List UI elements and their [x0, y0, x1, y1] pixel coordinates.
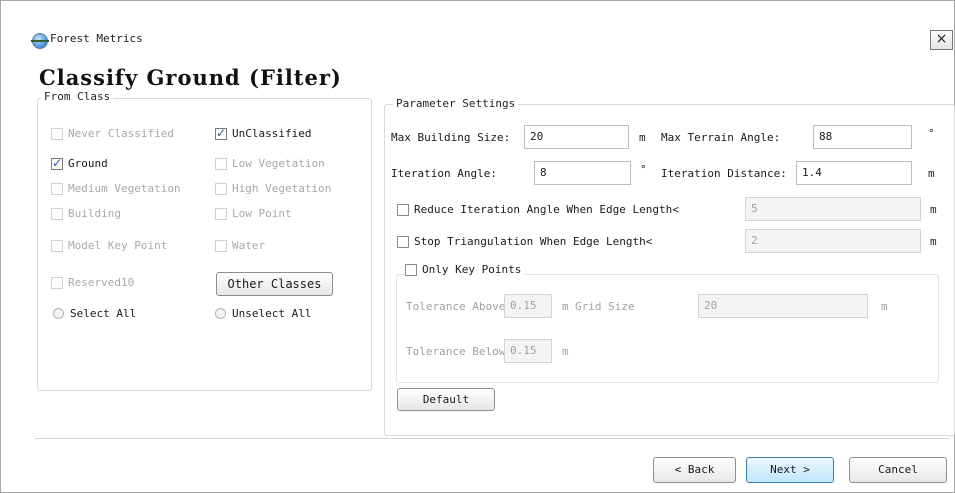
max-terrain-angle-label: Max Terrain Angle: [661, 131, 781, 144]
close-button[interactable]: × [930, 30, 953, 50]
title-bar: Forest Metrics × [1, 1, 954, 61]
class-label: Never Classified [68, 127, 174, 140]
checkbox-box [51, 182, 63, 195]
stop-triangulation-checkbox[interactable]: Stop Triangulation When Edge Length< [397, 235, 652, 248]
class-label: Low Vegetation [232, 157, 325, 170]
class-checkbox-low-vegetation[interactable]: Low Vegetation [215, 157, 325, 170]
back-button[interactable]: < Back [653, 457, 736, 483]
other-classes-button[interactable]: Other Classes [216, 272, 333, 296]
checkbox-box [215, 126, 227, 140]
checkbox-box [51, 156, 63, 170]
unselect-all-label: Unselect All [232, 307, 312, 320]
tolerance-above-label: Tolerance Above [406, 300, 506, 313]
checkbox-box [51, 207, 63, 220]
select-all-radio[interactable]: Select All [53, 307, 136, 320]
class-checkbox-reserved10[interactable]: Reserved10 [51, 276, 134, 289]
tolerance-below-input[interactable]: 0.15 [504, 339, 552, 363]
class-checkbox-water[interactable]: Water [215, 239, 265, 252]
next-button[interactable]: Next > [746, 457, 834, 483]
cancel-button[interactable]: Cancel [849, 457, 947, 483]
class-checkbox-ground[interactable]: Ground [51, 156, 108, 170]
select-all-label: Select All [70, 307, 137, 320]
page-title: Classify Ground (Filter) [39, 65, 342, 90]
grid-size-input[interactable]: 20 [698, 294, 868, 318]
class-label: Ground [68, 157, 108, 170]
stop-triangulation-label: Stop Triangulation When Edge Length< [414, 235, 653, 248]
class-label: Low Point [232, 207, 292, 220]
grid-size-label: Grid Size [575, 300, 635, 313]
checkbox-box [215, 207, 227, 220]
class-label: UnClassified [232, 127, 312, 140]
checkbox-box [397, 203, 409, 216]
reduce-iteration-unit: m [930, 203, 937, 216]
iteration-distance-input[interactable]: 1.4 [796, 161, 912, 185]
app-title: Forest Metrics [50, 32, 143, 45]
max-building-size-input[interactable]: 20 [524, 125, 629, 149]
footer-divider [35, 438, 949, 439]
only-key-points-checkbox[interactable]: Only Key Points [405, 263, 526, 276]
iteration-distance-label: Iteration Distance: [661, 167, 787, 180]
iteration-angle-input[interactable]: 8 [534, 161, 631, 185]
reduce-iteration-input[interactable]: 5 [745, 197, 921, 221]
only-key-points-group [396, 274, 939, 383]
default-button[interactable]: Default [397, 388, 495, 411]
checkbox-box [215, 239, 227, 252]
checkbox-box [215, 182, 227, 195]
max-terrain-angle-unit: ° [928, 127, 935, 140]
tolerance-below-label: Tolerance Below [406, 345, 506, 358]
parameter-settings-label: Parameter Settings [393, 97, 519, 110]
checkbox-box [397, 235, 409, 248]
class-checkbox-medium-vegetation[interactable]: Medium Vegetation [51, 182, 181, 195]
radio-indicator [53, 308, 64, 319]
unselect-all-radio[interactable]: Unselect All [215, 307, 311, 320]
stop-triangulation-input[interactable]: 2 [745, 229, 921, 253]
iteration-angle-label: Iteration Angle: [391, 167, 497, 180]
class-label: Model Key Point [68, 239, 168, 252]
checkbox-box [215, 157, 227, 170]
dialog-window: Forest Metrics × Classify Ground (Filter… [0, 0, 955, 493]
class-checkbox-never-classified[interactable]: Never Classified [51, 127, 174, 140]
stop-triangulation-unit: m [930, 235, 937, 248]
checkbox-box [51, 239, 63, 252]
checkbox-box [51, 127, 63, 140]
only-key-points-label: Only Key Points [422, 263, 522, 276]
radio-indicator [215, 308, 226, 319]
class-checkbox-building[interactable]: Building [51, 207, 121, 220]
max-building-size-unit: m [639, 131, 646, 144]
from-class-label: From Class [41, 90, 114, 103]
checkbox-box [405, 263, 417, 276]
reduce-iteration-checkbox[interactable]: Reduce Iteration Angle When Edge Length< [397, 203, 679, 216]
reduce-iteration-label: Reduce Iteration Angle When Edge Length< [414, 203, 679, 216]
class-label: Medium Vegetation [68, 182, 181, 195]
class-checkbox-high-vegetation[interactable]: High Vegetation [215, 182, 331, 195]
tolerance-below-unit: m [562, 345, 569, 358]
class-checkbox-model-key-point[interactable]: Model Key Point [51, 239, 167, 252]
iteration-angle-unit: ° [640, 163, 647, 176]
class-label: Water [232, 239, 266, 252]
tolerance-above-input[interactable]: 0.15 [504, 294, 552, 318]
class-checkbox-low-point[interactable]: Low Point [215, 207, 292, 220]
tolerance-above-unit: m [562, 300, 569, 313]
max-building-size-label: Max Building Size: [391, 131, 511, 144]
class-label: Building [68, 207, 121, 220]
grid-size-unit: m [881, 300, 888, 313]
checkbox-box [51, 276, 63, 289]
globe-icon [31, 33, 49, 49]
max-terrain-angle-input[interactable]: 88 [813, 125, 912, 149]
class-label: High Vegetation [232, 182, 332, 195]
iteration-distance-unit: m [928, 167, 935, 180]
class-label: Reserved10 [68, 276, 135, 289]
class-checkbox-unclassified[interactable]: UnClassified [215, 126, 312, 140]
